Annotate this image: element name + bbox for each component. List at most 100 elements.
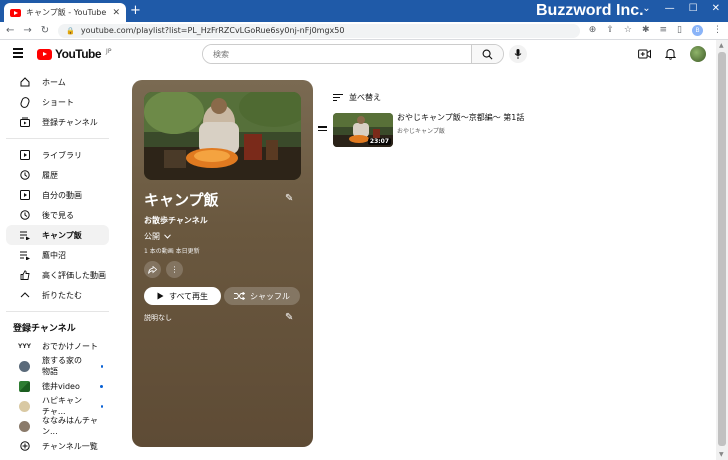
new-tab-button[interactable]: + <box>130 3 141 19</box>
sidebar-divider <box>6 138 109 139</box>
search-box <box>202 44 504 64</box>
channel-avatar <box>19 380 30 392</box>
playlist-video-row[interactable]: 23:07 おやじキャンプ飯〜京都編〜 第1話 おやじキャンプ飯 <box>318 112 708 148</box>
play-all-button[interactable]: すべて再生 <box>144 287 221 305</box>
close-window-icon[interactable]: ✕ <box>712 3 720 14</box>
new-content-dot <box>100 384 103 388</box>
sidebar-item-watch-later[interactable]: 後で見る <box>6 205 109 225</box>
subscription-item[interactable]: 徳井video <box>6 376 109 396</box>
sidebar-item-liked-videos[interactable]: 高く評価した動画 <box>6 265 109 285</box>
edit-description-icon[interactable]: ✎ <box>285 312 293 323</box>
sidebar-item-library[interactable]: ライブラリ <box>6 145 109 165</box>
video-title[interactable]: おやじキャンプ飯〜京都編〜 第1話 <box>397 112 524 123</box>
channel-avatar <box>19 420 30 432</box>
forward-icon[interactable]: → <box>23 25 31 36</box>
shuffle-icon <box>234 292 245 300</box>
add-circle-icon <box>19 441 30 452</box>
more-vert-icon: ⋮ <box>170 265 179 274</box>
channel-avatar <box>19 400 30 412</box>
share-icon[interactable]: ⇪ <box>606 25 614 36</box>
region-code: JP <box>106 47 112 55</box>
sidebar-item-playlist-camp-meal[interactable]: キャンプ飯 <box>6 225 109 245</box>
sidebar-item-playlist-takanakanuma[interactable]: 鷹中沼 <box>6 245 109 265</box>
search-input[interactable] <box>203 45 471 63</box>
voice-search-button[interactable] <box>509 45 527 63</box>
video-thumbnail[interactable]: 23:07 <box>333 113 393 147</box>
more-options-button[interactable]: ⋮ <box>166 261 183 278</box>
playlist-thumbnail[interactable] <box>144 92 301 180</box>
url-field[interactable]: 🔒 youtube.com/playlist?list=PL_HzFrRZCvL… <box>58 23 580 38</box>
subscription-item[interactable]: ハピキャンチャ... <box>6 396 109 416</box>
playlist-title: キャンプ飯 <box>144 191 219 209</box>
subscription-item[interactable]: 旅する家の物語 <box>6 356 109 376</box>
sort-button[interactable]: 並べ替え <box>333 92 381 103</box>
profile-avatar[interactable]: B <box>692 25 703 36</box>
install-icon[interactable]: ⊕ <box>589 25 597 36</box>
sidebar-item-label: ライブラリ <box>42 150 82 160</box>
bookmark-star-icon[interactable]: ☆ <box>624 25 632 36</box>
subscription-item[interactable]: ΥΥΥ おでかけノート <box>6 336 109 356</box>
maximize-icon[interactable]: ☐ <box>689 3 698 14</box>
lock-icon[interactable]: 🔒 <box>66 27 75 35</box>
share-button[interactable] <box>144 261 161 278</box>
browser-titlebar: キャンプ飯 - YouTube ✕ + Buzzword Inc. ⌄ — ☐ … <box>0 0 728 22</box>
extensions-icon[interactable]: ✱ <box>642 25 650 36</box>
playlist-owner[interactable]: お散歩チャンネル <box>144 215 208 226</box>
sidebar-item-history[interactable]: 履歴 <box>6 165 109 185</box>
youtube-favicon-icon <box>10 8 21 17</box>
playlist-thumbnail-image <box>144 92 301 180</box>
share-arrow-icon <box>148 265 157 274</box>
brand-watermark: Buzzword Inc. <box>536 2 644 19</box>
reload-icon[interactable]: ↻ <box>41 25 49 36</box>
menu-kebab-icon[interactable]: ⋮ <box>713 25 722 36</box>
sidebar-item-collapse[interactable]: 折りたたむ <box>6 285 109 305</box>
address-bar: ← → ↻ 🔒 youtube.com/playlist?list=PL_HzF… <box>0 22 728 40</box>
sidebar-item-label: 鷹中沼 <box>42 250 66 260</box>
subscription-item[interactable]: ななみはんチャン... <box>6 416 109 436</box>
back-icon[interactable]: ← <box>6 25 14 36</box>
channel-name: おでかけノート <box>42 341 98 351</box>
shuffle-button[interactable]: シャッフル <box>224 287 300 305</box>
scroll-up-arrow-icon[interactable]: ▲ <box>719 42 724 49</box>
sidebar-item-your-videos[interactable]: 自分の動画 <box>6 185 109 205</box>
sidebar-item-shorts[interactable]: ショート <box>6 92 109 112</box>
search-button[interactable] <box>471 45 503 63</box>
reading-list-icon[interactable]: ≡ <box>660 25 668 36</box>
minimize-icon[interactable]: — <box>665 3 675 14</box>
youtube-logo[interactable]: YouTube JP <box>37 47 111 61</box>
scroll-down-arrow-icon[interactable]: ▼ <box>719 451 724 458</box>
edit-title-icon[interactable]: ✎ <box>285 193 293 204</box>
notifications-bell-icon[interactable] <box>665 48 676 60</box>
search-icon <box>482 49 493 59</box>
header-actions <box>638 46 706 62</box>
library-icon <box>19 150 30 161</box>
account-avatar[interactable] <box>690 46 706 62</box>
scrollbar-thumb[interactable] <box>718 52 726 446</box>
sidebar-divider <box>6 311 109 312</box>
create-video-icon[interactable] <box>638 49 651 59</box>
sidebar-item-label: ホーム <box>42 77 66 87</box>
page-scrollbar[interactable]: ▲ ▼ <box>716 40 728 460</box>
new-content-dot <box>100 364 103 368</box>
side-panel-icon[interactable]: ▯ <box>677 25 682 36</box>
sidebar-item-subscriptions[interactable]: 登録チャンネル <box>6 112 109 132</box>
sidebar-item-label: 後で見る <box>42 210 74 220</box>
close-tab-icon[interactable]: ✕ <box>112 8 120 18</box>
home-icon <box>19 77 30 88</box>
your-videos-icon <box>19 190 30 201</box>
video-meta: おやじキャンプ飯〜京都編〜 第1話 おやじキャンプ飯 <box>397 112 524 135</box>
sidebar-item-all-channels[interactable]: チャンネル一覧 <box>6 436 109 456</box>
play-icon <box>157 292 164 300</box>
visibility-dropdown[interactable]: 公開 <box>144 231 171 242</box>
hamburger-menu-icon[interactable] <box>13 48 23 60</box>
sidebar-item-label: 高く評価した動画 <box>42 270 106 280</box>
shuffle-label: シャッフル <box>250 291 290 301</box>
sidebar-item-home[interactable]: ホーム <box>6 72 109 92</box>
drag-handle-icon[interactable] <box>318 126 327 133</box>
channel-name: ハピキャンチャ... <box>42 396 82 416</box>
shorts-icon <box>19 96 30 108</box>
browser-tab[interactable]: キャンプ飯 - YouTube ✕ <box>4 3 126 22</box>
chevron-down-icon[interactable]: ⌄ <box>642 3 650 14</box>
video-channel[interactable]: おやじキャンプ飯 <box>397 126 524 135</box>
sidebar-item-label: 履歴 <box>42 170 58 180</box>
